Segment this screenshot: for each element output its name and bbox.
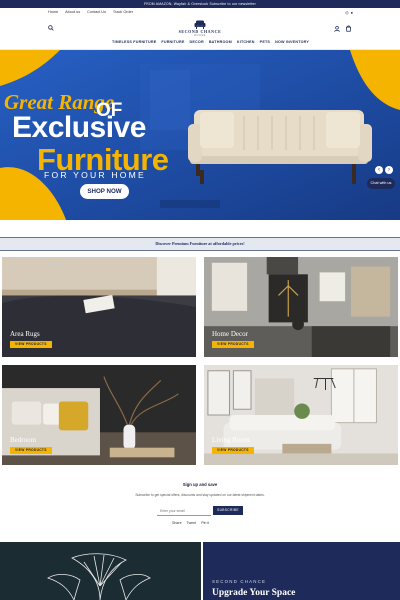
promo-strip: Discover Premium Furniture at affordable…: [0, 237, 400, 251]
cart-icon[interactable]: [345, 25, 352, 32]
site-logo[interactable]: SECOND CHANCE HOUSE: [176, 20, 224, 37]
upgrade-space-section: SECOND CHANCE Upgrade Your Space: [0, 542, 400, 600]
announcement-bar: FROM AMAZON, Wayfair & Overstock Subscri…: [0, 0, 400, 8]
ginkgo-art-panel: [0, 542, 201, 600]
ginkgo-leaf-illustration: [47, 553, 151, 600]
view-products-button-living-room[interactable]: VIEW PRODUCTS: [212, 447, 254, 454]
share-twitter-link[interactable]: Tweet: [187, 521, 197, 525]
social-links: ◎ ●: [345, 10, 353, 15]
subscribe-button[interactable]: SUBSCRIBE: [213, 506, 243, 515]
account-icon[interactable]: [334, 26, 340, 32]
nav-link-about[interactable]: About us: [65, 10, 80, 14]
site-header: SECOND CHANCE HOUSE TIMELESS FURNITURE F…: [0, 18, 400, 50]
chat-with-us-button[interactable]: Chat with us: [367, 178, 395, 189]
signup-title: Sign up and save: [182, 482, 218, 487]
category-title-bedroom: Bedroom: [10, 436, 37, 444]
share-pinterest-link[interactable]: Pin it: [201, 521, 209, 525]
category-title-home-decor: Home Decor: [212, 330, 248, 338]
nav-kitchen[interactable]: KITCHEN: [237, 40, 255, 44]
category-tile-home-decor[interactable]: Home Decor VIEW PRODUCTS: [202, 255, 400, 359]
view-products-button-bedroom[interactable]: VIEW PRODUCTS: [10, 447, 52, 454]
shop-now-button[interactable]: SHOP NOW: [80, 184, 129, 199]
hero-tagline: FOR YOUR HOME: [44, 170, 146, 180]
nav-link-contact[interactable]: Contact Us: [87, 10, 106, 14]
category-tile-area-rugs[interactable]: Area Rugs VIEW PRODUCTS: [0, 255, 198, 359]
armchair-logo-icon: [194, 20, 206, 29]
slide-next-button[interactable]: ›: [385, 166, 393, 174]
facebook-icon[interactable]: ●: [351, 10, 353, 15]
nav-now-inventory[interactable]: NOW INVENTORY: [275, 40, 309, 44]
nav-furniture[interactable]: FURNITURE: [161, 40, 184, 44]
hero-banner[interactable]: Great Range OF Exclusive Furniture FOR Y…: [0, 50, 400, 220]
share-links: Share Tweet Pin it: [172, 521, 209, 525]
utility-links: Home About us Contact Us Track Order: [48, 10, 133, 14]
main-nav: TIMELESS FURNITURE FURNITURE DECOR BATHR…: [112, 40, 309, 44]
promo-text: Discover Premium Furniture at affordable…: [155, 241, 245, 246]
announcement-text: FROM AMAZON, Wayfair & Overstock Subscri…: [144, 2, 256, 6]
email-field[interactable]: [157, 506, 211, 516]
instagram-icon[interactable]: ◎: [345, 10, 349, 15]
slide-prev-button[interactable]: ‹: [375, 166, 383, 174]
nav-bathroom[interactable]: BATHROOM: [209, 40, 232, 44]
signup-description: Subscribe to get special offers, discoun…: [135, 493, 265, 497]
category-tile-bedroom[interactable]: Bedroom VIEW PRODUCTS: [0, 363, 198, 467]
nav-link-track-order[interactable]: Track Order: [113, 10, 133, 14]
category-tile-living-room[interactable]: Living Room VIEW PRODUCTS: [202, 363, 400, 467]
share-facebook-link[interactable]: Share: [172, 521, 182, 525]
newsletter-signup: Sign up and save Subscribe to get specia…: [0, 472, 400, 542]
nav-timeless-furniture[interactable]: TIMELESS FURNITURE: [112, 40, 156, 44]
brand-eyebrow: SECOND CHANCE: [212, 579, 267, 584]
view-products-button-area-rugs[interactable]: VIEW PRODUCTS: [10, 341, 52, 348]
category-title-living-room: Living Room: [212, 436, 250, 444]
upgrade-heading: Upgrade Your Space: [212, 588, 296, 598]
nav-decor[interactable]: DECOR: [189, 40, 203, 44]
nav-link-home[interactable]: Home: [48, 10, 58, 14]
category-title-area-rugs: Area Rugs: [10, 330, 40, 338]
top-utility-nav: Home About us Contact Us Track Order ◎ ●: [0, 8, 400, 18]
hero-heading-exclusive: Exclusive: [12, 111, 146, 144]
nav-pets[interactable]: PETS: [260, 40, 270, 44]
view-products-button-home-decor[interactable]: VIEW PRODUCTS: [212, 341, 254, 348]
logo-subtitle: HOUSE: [194, 34, 206, 37]
search-icon[interactable]: [48, 25, 54, 31]
